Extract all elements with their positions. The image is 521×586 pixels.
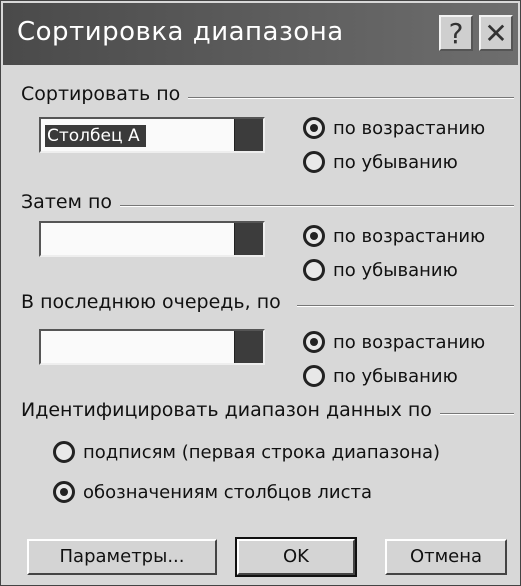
then-by-asc-label: по возрастанию	[333, 225, 486, 247]
cancel-button[interactable]: Отмена	[385, 539, 507, 575]
sort-by-asc-label: по возрастанию	[333, 117, 486, 139]
last-by-label: В последнюю очередь, по	[21, 291, 289, 313]
radio-selected-icon[interactable]	[53, 481, 75, 503]
dropdown-arrow-icon[interactable]	[234, 223, 263, 255]
radio-selected-icon[interactable]	[303, 225, 325, 247]
then-by-asc-radio[interactable]: по возрастанию	[303, 225, 485, 247]
identify-columns-text: обозначениям столбцов листа	[83, 481, 373, 503]
last-by-asc-radio[interactable]: по возрастанию	[303, 331, 485, 353]
last-by-desc-label: по убыванию	[333, 365, 458, 387]
then-by-combo[interactable]	[39, 221, 265, 257]
identify-labels-radio[interactable]: подписям (первая строка диапазона)	[53, 441, 440, 463]
divider	[187, 97, 514, 99]
last-by-asc-label: по возрастанию	[333, 331, 486, 353]
dialog-title: Сортировка диапазона	[17, 17, 344, 47]
divider	[439, 413, 514, 415]
radio-selected-icon[interactable]	[303, 117, 325, 139]
identify-columns-radio[interactable]: обозначениям столбцов листа	[53, 481, 372, 503]
divider	[119, 205, 514, 207]
radio-icon[interactable]	[53, 441, 75, 463]
radio-icon[interactable]	[303, 259, 325, 281]
divider	[297, 305, 514, 307]
radio-icon[interactable]	[303, 151, 325, 173]
last-by-desc-radio[interactable]: по убыванию	[303, 365, 458, 387]
close-button[interactable]: ✕	[479, 15, 513, 51]
sort-by-combo[interactable]: Столбец А	[39, 117, 265, 153]
last-by-combo[interactable]	[39, 329, 265, 365]
ok-button[interactable]: OK	[235, 537, 357, 577]
radio-icon[interactable]	[303, 365, 325, 387]
then-by-desc-label: по убыванию	[333, 259, 458, 281]
identify-label: Идентифицировать диапазон данных по	[21, 399, 440, 421]
sort-by-asc-radio[interactable]: по возрастанию	[303, 117, 485, 139]
help-button[interactable]: ?	[439, 15, 473, 51]
then-by-label: Затем по	[21, 191, 121, 213]
title-bar: Сортировка диапазона ? ✕	[3, 3, 518, 65]
sort-by-desc-label: по убыванию	[333, 151, 458, 173]
sort-by-value: Столбец А	[45, 125, 146, 147]
dropdown-arrow-icon[interactable]	[234, 119, 263, 151]
sort-range-dialog: Сортировка диапазона ? ✕ Сортировать по …	[0, 0, 521, 586]
identify-labels-text: подписям (первая строка диапазона)	[83, 441, 441, 463]
sort-by-label: Сортировать по	[21, 83, 189, 105]
then-by-desc-radio[interactable]: по убыванию	[303, 259, 458, 281]
sort-by-desc-radio[interactable]: по убыванию	[303, 151, 458, 173]
dropdown-arrow-icon[interactable]	[234, 331, 263, 363]
parameters-button[interactable]: Параметры...	[27, 539, 217, 575]
radio-selected-icon[interactable]	[303, 331, 325, 353]
